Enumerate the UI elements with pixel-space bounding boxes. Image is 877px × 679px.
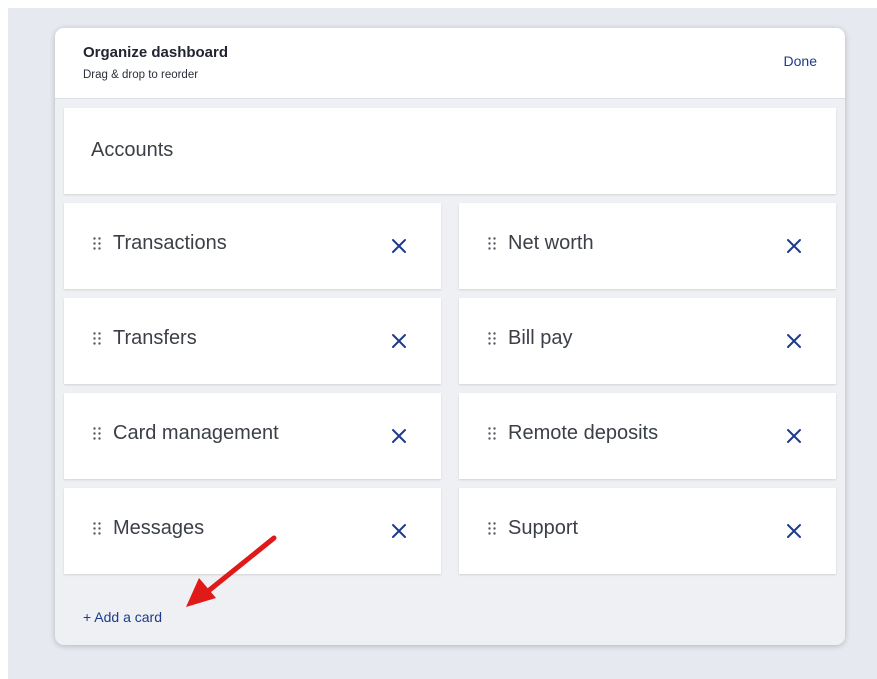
close-icon[interactable] <box>391 428 407 444</box>
drag-handle-icon[interactable] <box>488 237 496 250</box>
dashboard-card-messages[interactable]: Messages <box>64 488 441 574</box>
close-icon[interactable] <box>391 238 407 254</box>
card-label: Bill pay <box>508 327 573 349</box>
card-label: Remote deposits <box>508 422 659 444</box>
card-label: Messages <box>113 517 205 539</box>
panel-header: Organize dashboard Drag & drop to reorde… <box>55 28 845 99</box>
card-label: Transfers <box>113 327 197 349</box>
card-label: Transactions <box>113 232 227 254</box>
panel-subtitle: Drag & drop to reorder <box>83 69 199 81</box>
card-label: Support <box>508 517 579 539</box>
drag-handle-icon[interactable] <box>488 427 496 440</box>
card-label: Card management <box>113 422 279 444</box>
dashboard-card-transactions[interactable]: Transactions <box>64 203 441 289</box>
close-icon[interactable] <box>786 428 802 444</box>
dashboard-card-transfers[interactable]: Transfers <box>64 298 441 384</box>
drag-handle-icon[interactable] <box>93 427 101 440</box>
add-card-link[interactable]: + Add a card <box>83 609 162 625</box>
close-icon[interactable] <box>391 523 407 539</box>
dashboard-card-remote-deposits[interactable]: Remote deposits <box>459 393 836 479</box>
dashboard-card-support[interactable]: Support <box>459 488 836 574</box>
drag-handle-icon[interactable] <box>93 522 101 535</box>
dashboard-card-net-worth[interactable]: Net worth <box>459 203 836 289</box>
accounts-card: Accounts <box>64 108 836 194</box>
drag-handle-icon[interactable] <box>93 237 101 250</box>
close-icon[interactable] <box>786 238 802 254</box>
close-icon[interactable] <box>391 333 407 349</box>
dashboard-card-bill-pay[interactable]: Bill pay <box>459 298 836 384</box>
card-label: Net worth <box>508 232 594 254</box>
done-button[interactable]: Done <box>784 53 817 69</box>
drag-handle-icon[interactable] <box>488 332 496 345</box>
drag-handle-icon[interactable] <box>93 332 101 345</box>
panel-title: Organize dashboard <box>83 44 229 61</box>
dashboard-card-card-management[interactable]: Card management <box>64 393 441 479</box>
organize-dashboard-panel: Organize dashboard Drag & drop to reorde… <box>55 28 845 645</box>
close-icon[interactable] <box>786 333 802 349</box>
drag-handle-icon[interactable] <box>488 522 496 535</box>
close-icon[interactable] <box>786 523 802 539</box>
accounts-card-label: Accounts <box>91 139 174 161</box>
